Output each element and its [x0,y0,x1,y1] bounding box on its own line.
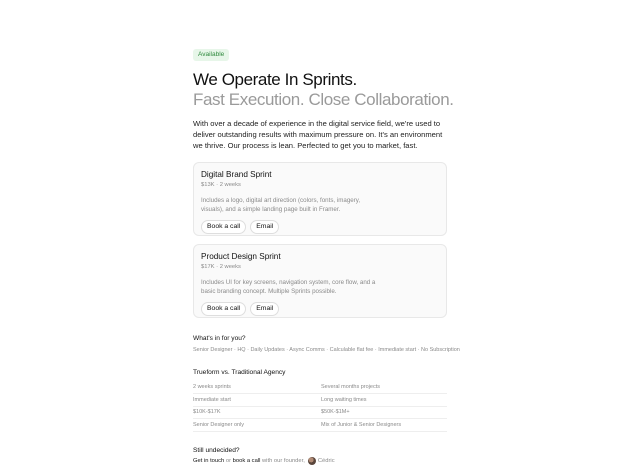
book-call-link[interactable]: book a call [233,457,261,466]
footer-title: Still undecided? [193,446,240,454]
page-subtitle: Fast Execution. Close Collaboration. [193,90,454,109]
comparison-ours: $10K-$17K [193,409,221,416]
comparison-title: Trueform vs. Traditional Agency [193,368,286,376]
comparison-agency: Several months projects [321,384,380,391]
availability-badge: Available [193,49,230,61]
sprint-card-description: Includes UI for key screens, navigation … [201,278,376,295]
comparison-ours: Senior Designer only [193,421,245,428]
benefits-list: Senior Designer · HQ · Daily Updates · A… [193,346,460,353]
sprint-card-actions: Book a call Email [201,219,439,234]
book-call-button[interactable]: Book a call [201,301,247,316]
book-call-button[interactable]: Book a call [201,219,247,234]
sprint-card-digital-brand: Digital Brand Sprint $13K · 2 weeks Incl… [193,161,447,236]
sprint-card-title: Digital Brand Sprint [201,169,272,179]
sprint-card-product-design: Product Design Sprint $17K · 2 weeks Inc… [193,243,447,318]
sprint-card-price: $17K · 2 weeks [201,263,241,270]
sprint-card-price: $13K · 2 weeks [201,181,241,188]
footer-or-text: or [224,457,233,464]
benefits-title: What's in for you? [193,334,246,342]
sprint-card-title: Product Design Sprint [201,251,281,261]
comparison-agency: $50K-$1M+ [321,409,350,416]
table-row: 2 weeks sprints Several months projects [193,382,447,395]
table-row: $10K-$17K $50K-$1M+ [193,407,447,420]
email-button[interactable]: Email [250,301,280,316]
sprint-card-description: Includes a logo, digital art direction (… [201,196,361,213]
comparison-agency: Mix of Junior & Senior Designers [321,421,402,428]
comparison-ours: 2 weeks sprints [193,384,231,391]
get-in-touch-link[interactable]: Get in touch [193,457,224,466]
page-content: Available We Operate In Sprints. Fast Ex… [193,43,460,466]
intro-text: With over a decade of experience in the … [193,119,443,151]
table-row: Immediate start Long waiting times [193,394,447,407]
comparison-table: 2 weeks sprints Several months projects … [193,382,447,432]
founder-avatar [307,457,316,466]
page-title: We Operate In Sprints. [193,70,357,89]
comparison-agency: Long waiting times [321,396,367,403]
founder-name: Cédric [317,457,335,464]
email-button[interactable]: Email [250,219,280,234]
footer-founder-text: with our founder, [260,457,305,464]
comparison-ours: Immediate start [193,396,231,403]
sprint-card-actions: Book a call Email [201,301,439,316]
footer-cta: Get in touch or book a call with our fou… [193,457,447,466]
table-row: Senior Designer only Mix of Junior & Sen… [193,419,447,432]
